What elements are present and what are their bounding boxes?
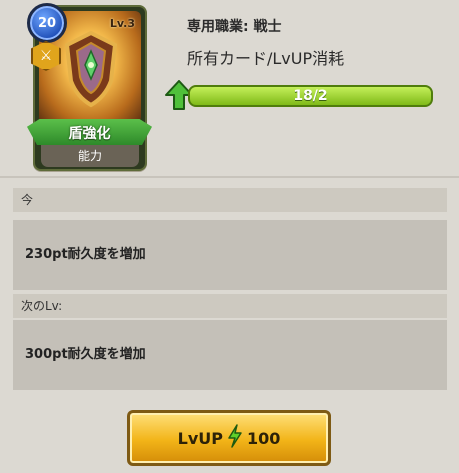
card-category: 能力: [41, 145, 139, 167]
card-level-label: Lv.3: [109, 17, 135, 30]
lvup-button[interactable]: LvUP 100: [127, 410, 331, 466]
card-progress-bar: 18/2: [188, 85, 433, 107]
level-badge: 20: [27, 3, 67, 43]
cost-label: 所有カード/LvUP消耗: [187, 49, 345, 68]
lvup-button-label: LvUP: [177, 428, 223, 448]
lightning-bolt-icon: [227, 424, 243, 452]
card-name-banner: 盾強化: [27, 119, 152, 145]
progress-text: 18/2: [293, 88, 328, 104]
next-effect: 300pt耐久度を増加: [13, 320, 447, 390]
next-header: 次のLv:: [13, 294, 447, 318]
lvup-cost: 100: [246, 428, 281, 448]
skill-detail-panel: Lv.3 20 ⚔ 盾強化 能力 専用職業: 戦士 所有カード/LvUP消耗 1…: [0, 0, 459, 473]
current-header: 今: [13, 188, 447, 212]
skill-card: Lv.3 20 ⚔ 盾強化 能力: [27, 3, 152, 173]
current-effect: 230pt耐久度を増加: [13, 220, 447, 290]
divider: [0, 176, 459, 178]
job-requirement: 専用職業: 戦士: [187, 19, 282, 35]
card-name: 盾強化: [68, 126, 111, 142]
